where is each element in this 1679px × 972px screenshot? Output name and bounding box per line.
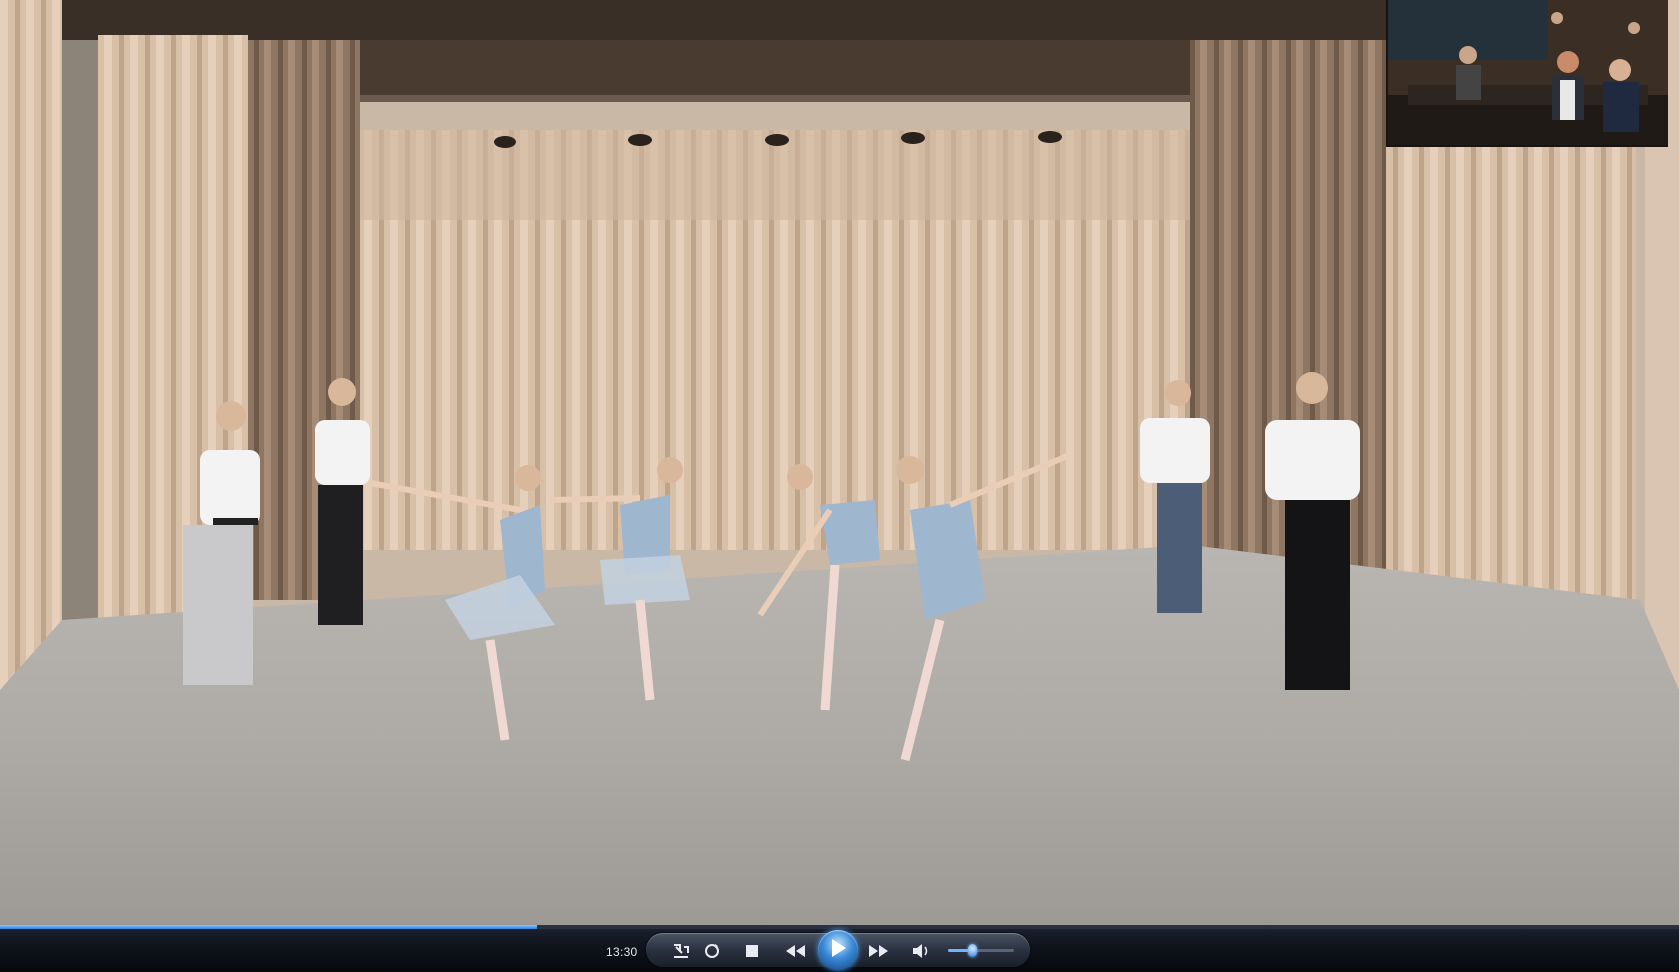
stop-icon[interactable]: [741, 940, 763, 962]
previous-icon[interactable]: [782, 940, 808, 962]
volume-knob[interactable]: [967, 944, 977, 957]
volume-slider[interactable]: [948, 944, 1014, 957]
playback-control-bar: 13:30: [0, 925, 1679, 972]
seek-bar-progress: [0, 925, 538, 929]
volume-icon[interactable]: [910, 940, 932, 962]
media-player-window: 13:30: [0, 0, 1679, 972]
repeat-icon[interactable]: [701, 940, 723, 962]
play-icon: [828, 937, 848, 964]
next-icon[interactable]: [866, 940, 892, 962]
elapsed-time: 13:30: [606, 945, 638, 959]
seek-bar[interactable]: [0, 925, 1679, 929]
switch-view-icon[interactable]: [670, 940, 692, 962]
video-frame[interactable]: [0, 0, 1679, 925]
play-button[interactable]: [818, 930, 858, 970]
picture-in-picture-jury-view: [1386, 0, 1668, 147]
